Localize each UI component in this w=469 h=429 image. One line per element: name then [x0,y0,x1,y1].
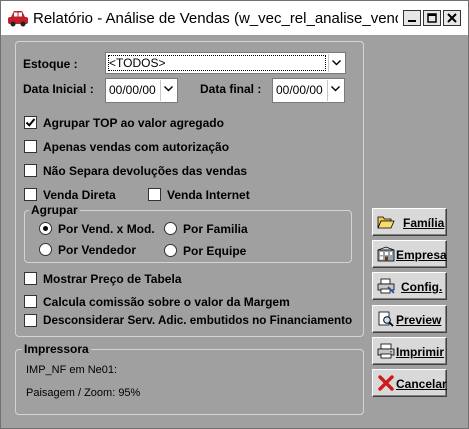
venda-internet-label: Venda Internet [167,188,250,202]
preview-magnifier-icon [377,311,395,327]
por-vend-mod-radio[interactable] [39,222,52,235]
preview-button[interactable]: Preview [372,305,447,333]
desconsiderar-serv-label: Desconsiderar Serv. Adic. embutidos no F… [43,314,353,327]
cancelar-button[interactable]: Cancelar [372,369,447,397]
agrupar-top-label: Agrupar TOP ao valor agregado [43,116,224,130]
por-vendedor-label: Por Vendedor [58,243,137,257]
data-inicial-label: Data Inicial : [23,82,94,96]
window-title: Relatório - Análise de Vendas (w_vec_rel… [33,10,398,27]
nao-separa-devolucoes-checkbox[interactable] [24,164,37,177]
venda-internet-checkbox[interactable] [148,188,161,201]
estoque-select[interactable]: <TODOS> [105,52,346,74]
comissao-margem-label: Calcula comissão sobre o valor da Margem [43,295,290,309]
familia-button-label: Família [403,216,445,230]
printer-panel-title: Impressora [22,342,91,356]
preview-button-label: Preview [396,313,442,327]
printer-settings-icon [377,278,395,294]
empresa-button[interactable]: Empresa [372,240,447,268]
red-x-cancel-icon [377,375,395,391]
apenas-autorizacao-label: Apenas vendas com autorização [43,140,230,154]
data-inicial-value: 00/00/00 [109,83,156,97]
por-familia-radio[interactable] [164,222,177,235]
venda-direta-label: Venda Direta [43,188,116,202]
data-inicial-dropdown-button[interactable] [160,80,176,101]
data-inicial-field[interactable]: 00/00/00 [105,78,178,103]
printer-name: IMP_NF em Ne01: [26,364,118,376]
por-equipe-radio[interactable] [164,244,177,257]
data-final-label: Data final : [200,82,262,96]
familia-button[interactable]: Família [372,208,447,236]
chevron-down-icon [332,60,341,66]
filters-panel: Estoque : <TODOS> Data Inicial : 00/00/0… [15,41,364,337]
desconsiderar-serv-checkbox[interactable] [24,314,37,327]
por-vend-mod-label: Por Vend. x Mod. [58,222,155,236]
estoque-value: <TODOS> [109,56,166,70]
minimize-icon [408,20,416,22]
report-window: Relatório - Análise de Vendas (w_vec_rel… [0,0,469,429]
mostrar-preco-checkbox[interactable] [24,272,37,285]
close-button[interactable] [443,10,461,26]
por-vendedor-radio[interactable] [39,243,52,256]
minimize-button[interactable] [403,10,421,26]
config-button-label: Config. [401,280,443,294]
building-icon [377,246,395,262]
radio-dot [43,226,48,231]
printer-panel: Impressora IMP_NF em Ne01: Paisagem / Zo… [15,342,364,415]
maximize-button[interactable] [423,10,441,26]
maximize-icon [427,13,437,23]
venda-direta-checkbox[interactable] [24,188,37,201]
cancelar-button-label: Cancelar [396,377,447,391]
por-familia-label: Por Familia [183,222,248,236]
chevron-down-icon [164,86,173,92]
agrupar-group-title: Agrupar [29,203,80,217]
data-final-value: 00/00/00 [276,83,323,97]
title-bar[interactable]: Relatório - Análise de Vendas (w_vec_rel… [1,1,468,35]
mostrar-preco-label: Mostrar Preço de Tabela [43,272,182,286]
client-area: Estoque : <TODOS> Data Inicial : 00/00/0… [9,35,460,422]
chevron-down-icon [331,86,340,92]
printer-icon [377,343,395,359]
close-icon [447,13,457,23]
imprimir-button[interactable]: Imprimir [372,337,447,365]
estoque-label: Estoque : [23,57,78,71]
comissao-margem-checkbox[interactable] [24,295,37,308]
por-equipe-label: Por Equipe [183,244,247,258]
nao-separa-devolucoes-label: Não Separa devoluções das vendas [43,164,248,178]
printer-layout-zoom: Paisagem / Zoom: 95% [26,387,141,399]
estoque-dropdown-button[interactable] [328,54,344,72]
data-final-dropdown-button[interactable] [327,80,343,101]
checkmark-icon [25,118,36,127]
agrupar-group: Agrupar Por Vend. x Mod. Por Familia Por… [24,203,352,263]
agrupar-top-checkbox[interactable] [24,116,37,129]
data-final-field[interactable]: 00/00/00 [272,78,345,103]
folder-open-icon [377,214,395,230]
imprimir-button-label: Imprimir [396,345,445,359]
car-app-icon [7,8,29,28]
config-button[interactable]: Config. [372,272,447,300]
empresa-button-label: Empresa [396,248,447,262]
apenas-autorizacao-checkbox[interactable] [24,140,37,153]
